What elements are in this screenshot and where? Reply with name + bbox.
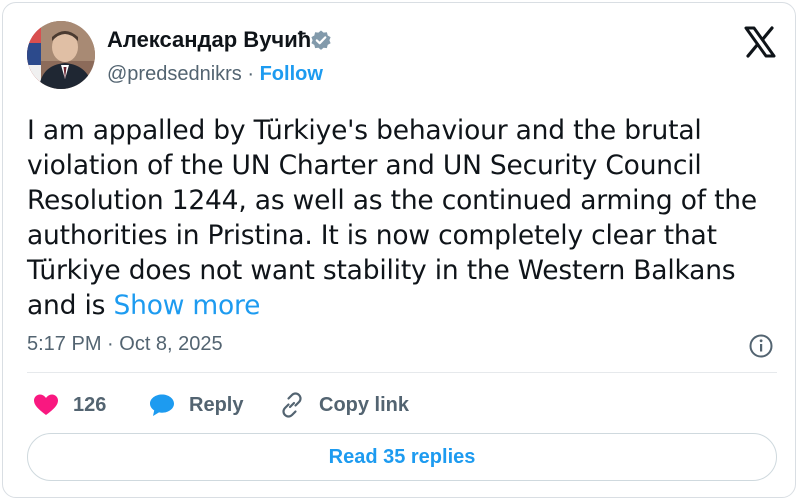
- like-button[interactable]: 126: [33, 391, 106, 419]
- handle-row: @predsednikrs · Follow: [107, 63, 323, 86]
- reply-button[interactable]: Reply: [149, 391, 243, 419]
- author-handle[interactable]: @predsednikrs: [107, 63, 242, 85]
- copy-link-button[interactable]: Copy link: [279, 391, 409, 419]
- info-icon[interactable]: [748, 333, 774, 359]
- tweet-timestamp[interactable]: 5:17 PM · Oct 8, 2025: [27, 333, 223, 356]
- divider: [27, 372, 777, 373]
- avatar[interactable]: [27, 21, 95, 89]
- link-icon: [282, 392, 302, 418]
- reply-bubble-icon: [150, 394, 174, 416]
- verified-badge-icon: [309, 29, 333, 53]
- author-name[interactable]: Александар Вучић: [107, 27, 311, 53]
- tweet-card: Александар Вучић @predsednikrs · Follow …: [2, 2, 796, 498]
- follow-button[interactable]: Follow: [260, 63, 323, 85]
- x-logo-icon[interactable]: [743, 25, 777, 59]
- read-replies-button[interactable]: Read 35 replies: [27, 433, 777, 481]
- heart-icon: [34, 394, 58, 415]
- like-count: 126: [73, 393, 107, 416]
- handle-separator: ·: [241, 63, 260, 85]
- tweet-text: I am appalled by Türkiye's behaviour and…: [27, 113, 787, 323]
- reply-label: Reply: [189, 393, 244, 416]
- copy-link-label: Copy link: [319, 393, 410, 416]
- show-more-link[interactable]: Show more: [113, 290, 260, 321]
